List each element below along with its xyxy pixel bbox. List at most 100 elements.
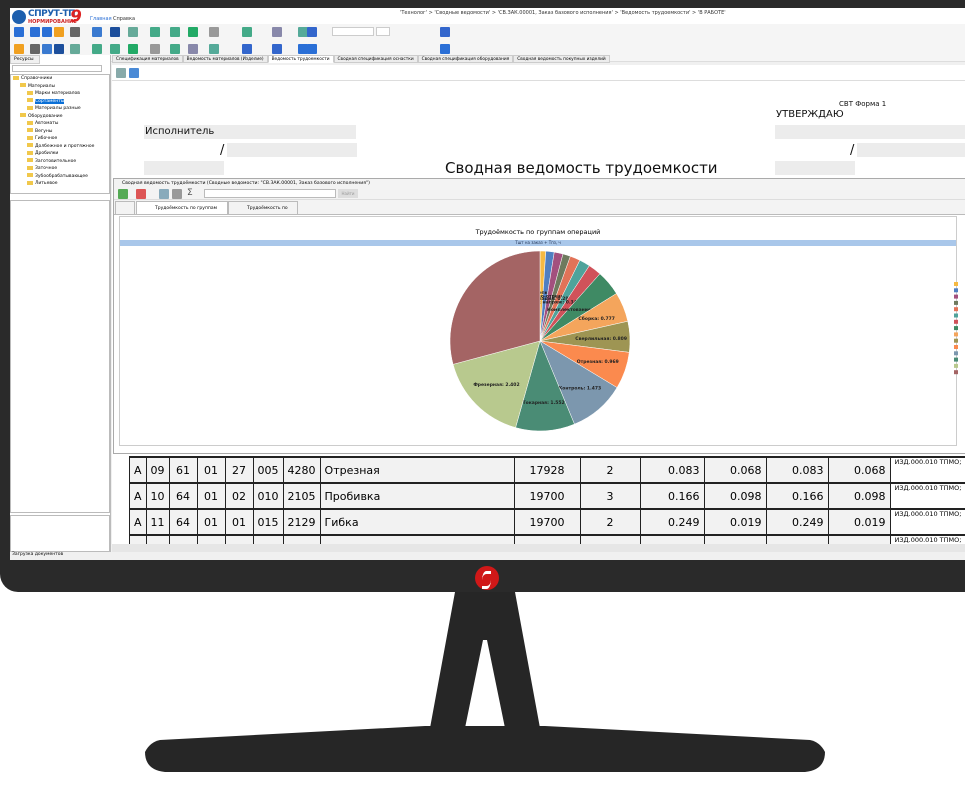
menu-help[interactable]: Справка [113,16,135,22]
legend-swatch [954,294,958,299]
toolbar-button-icon[interactable] [128,27,138,37]
toolbar-button-icon[interactable] [150,44,160,54]
export-pdf-icon[interactable] [136,189,146,199]
tree-item[interactable]: Автоматы [11,120,109,128]
sum-icon[interactable]: Σ [187,188,193,198]
toolbar-button-icon[interactable] [272,44,282,54]
tree-item[interactable]: Дробилки [11,150,109,158]
toolbar-button-icon[interactable] [272,27,282,37]
toolbar-button-icon[interactable] [150,27,160,37]
find-input[interactable] [204,189,336,198]
tab-by-operation-groups[interactable]: Трудоёмкость по группам операций [136,201,228,225]
table-cell: 015 [252,508,284,536]
tab-table-view[interactable] [115,201,135,215]
find-button[interactable]: Найти [338,189,358,198]
tree-item[interactable]: Зубообрабатывающее [11,173,109,181]
table-cell: 64 [168,508,198,536]
print-icon[interactable] [172,189,182,199]
folder-icon [27,165,33,170]
toolbar-button-icon[interactable] [70,44,80,54]
document-toolbar [112,65,965,81]
tree-item-label: Сортаменты [35,98,65,104]
menu-home[interactable]: Главная [90,16,112,22]
toolbar-button-icon[interactable] [170,44,180,54]
pie-slice-label: Отрезная: 0.969 [577,359,619,365]
toolbar-button-icon[interactable] [242,44,252,54]
table-cell: 01 [196,482,226,510]
toolbar-button-icon[interactable] [14,44,24,54]
toolbar-button-icon[interactable] [188,27,198,37]
tree-item[interactable]: Заготовительное [11,158,109,166]
doc-tab[interactable]: Сводная спецификация оборудования [417,55,514,63]
folder-icon [27,180,33,185]
toolbar-button-icon[interactable] [440,27,450,37]
tab-resources[interactable]: Ресурсы [10,55,40,64]
legend-swatch [954,345,958,349]
toolbar-button-icon[interactable] [30,44,40,54]
tree-item[interactable]: Сортаменты [11,98,109,106]
doc-tab[interactable]: Ведомость материалов (Изделие) [182,55,268,63]
toolbar-button-icon[interactable] [242,27,252,37]
horizontal-scrollbar[interactable] [112,544,965,552]
tab-by-workshops[interactable]: Трудоёмкость по цехам [228,201,298,225]
app-window: СПРУТ-ТП НОРМИРОВАНИЕ 9 Главная Справка 'Т… [10,8,965,560]
chart-icon[interactable] [129,68,139,78]
toolbar-button-icon[interactable] [440,44,450,54]
tree-item[interactable]: Материалы разные [11,105,109,113]
toolbar-button-icon[interactable] [14,27,24,37]
toolbar-button-icon[interactable] [170,27,180,37]
toolbar-button-icon[interactable] [92,27,102,37]
toolbar-button-icon[interactable] [209,27,219,37]
report-icon[interactable] [116,68,126,78]
tree-item[interactable]: Долбежное и протяжное [11,143,109,151]
pie-chart: Заклепка: 0.22Лазо-отрезная: 0.266Консер… [449,250,958,432]
toolbar-button-icon[interactable] [307,44,317,54]
tree-item-label: Заготовительное [35,158,77,164]
tree-item[interactable]: Вегуны [11,128,109,136]
toolbar-button-icon[interactable] [92,44,102,54]
toolbar-button-icon[interactable] [128,44,138,54]
export-excel-icon[interactable] [118,189,128,199]
tree-item[interactable]: Марки материалов [11,90,109,98]
table-cell: 0.083 [639,456,705,484]
approver-field [775,125,965,139]
toolbar-button-icon[interactable] [54,27,64,37]
toolbar-button-icon[interactable] [307,27,317,37]
tree-item[interactable]: Материалы [11,83,109,91]
doc-tab[interactable]: Ведомость трудоемкости [267,55,334,63]
tree-item[interactable]: Справочники [11,75,109,83]
properties-panel [10,200,110,513]
toolbar-button-icon[interactable] [188,44,198,54]
document-tabs: Спецификация материалов Ведомость материа… [112,55,610,63]
resource-search-input[interactable] [12,65,102,72]
toolbar-button-icon[interactable] [42,44,52,54]
tree-item[interactable]: Гибочное [11,135,109,143]
toolbar-button-icon[interactable] [110,27,120,37]
toolbar-button-icon[interactable] [110,44,120,54]
toolbar-button-icon[interactable] [209,44,219,54]
table-row[interactable]: А 09 61 01 27 005 4280 Отрезная 17928 2 0.083 0.068… [129,456,965,484]
doc-tab[interactable]: Сводная спецификация оснастки [333,55,418,63]
breadcrumb: 'Технолог' > 'Сводные ведомости' > 'СВ.З… [400,10,726,16]
table-row[interactable]: А 10 64 01 02 010 2105 Пробивка 19700 3 0.166 0.098… [129,482,965,510]
pie-slice-label: Фрезерная: 2.402 [473,382,519,388]
toolbar-button-icon[interactable] [30,27,40,37]
tree-item[interactable]: Литьевое [11,180,109,188]
doc-tab[interactable]: Сводная ведомость покупных изделий [513,55,610,63]
tree-item[interactable]: Заточное [11,165,109,173]
toolbar-button-icon[interactable] [70,27,80,37]
tree-item-label: Справочники [21,76,53,81]
font-size-select[interactable] [376,27,390,36]
table-cell: 19700 [513,482,581,510]
font-family-select[interactable] [332,27,374,36]
table-cell: 17928 [513,456,581,484]
folder-icon [20,113,26,117]
toolbar-button-icon[interactable] [54,44,64,54]
doc-tab[interactable]: Спецификация материалов [112,55,183,63]
folder-icon [27,135,33,140]
table-row[interactable]: А 11 64 01 01 015 2129 Гибка 19700 2 0.249 0.019 0.2… [129,508,965,536]
toolbar-button-icon[interactable] [42,27,52,37]
chart-tabs: Трудоёмкость по группам операций Трудоём… [114,200,965,225]
preview-icon[interactable] [159,189,169,199]
tree-item[interactable]: Оборудование [11,113,109,121]
